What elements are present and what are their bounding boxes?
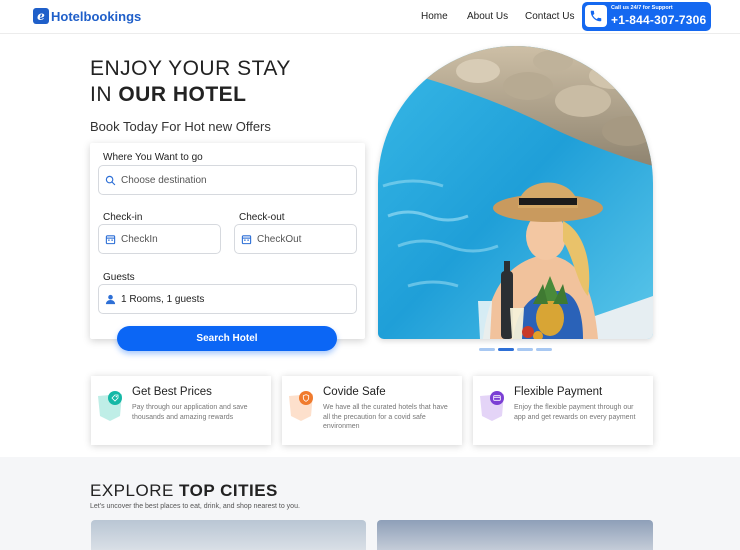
call-number: +1-844-307-7306 [611, 13, 707, 27]
nav-contact-link[interactable]: Contact Us [525, 11, 574, 22]
guests-input[interactable]: 1 Rooms, 1 guests [98, 284, 357, 314]
calendar-icon [241, 234, 252, 245]
booking-form: Where You Want to go Choose destination … [90, 143, 365, 339]
checkout-placeholder: CheckOut [257, 233, 302, 245]
feature-description: Pay through our application and save tho… [132, 404, 248, 421]
brand-name: Hotelbookings [51, 8, 142, 24]
hero-title: ENJOY YOUR STAY IN OUR HOTEL [90, 56, 291, 108]
phone-icon [585, 5, 607, 27]
hero-pool-image [378, 46, 653, 339]
carousel-dot[interactable] [536, 348, 552, 351]
checkin-label: Check-in [103, 212, 143, 223]
call-support-button[interactable]: Call us 24/7 for Support +1-844-307-7306 [582, 2, 711, 31]
site-header: e Hotelbookings Home About Us Contact Us… [0, 0, 740, 34]
hero-title-line1: ENJOY YOUR STAY [90, 57, 291, 80]
shield-icon [299, 391, 313, 405]
feature-description: We have all the curated hotels that have… [323, 404, 448, 430]
explore-subtitle: Let's uncover the best places to eat, dr… [90, 503, 300, 510]
feature-card-flexible-payment: Flexible Payment Enjoy the flexible paym… [473, 376, 653, 445]
calendar-icon [105, 234, 116, 245]
nav-home-link[interactable]: Home [421, 11, 448, 22]
logo[interactable]: e Hotelbookings [33, 8, 141, 24]
guests-label: Guests [103, 272, 135, 283]
city-card-1[interactable] [91, 520, 366, 550]
hero-subtitle: Book Today For Hot new Offers [90, 119, 271, 134]
feature-title: Flexible Payment [514, 386, 603, 398]
nav-about-link[interactable]: About Us [467, 11, 508, 22]
city-card-2[interactable] [377, 520, 653, 550]
hero-title-prefix: IN [90, 83, 119, 106]
guests-value: 1 Rooms, 1 guests [121, 293, 205, 305]
feature-title: Covide Safe [323, 386, 386, 398]
search-hotel-button[interactable]: Search Hotel [117, 326, 337, 351]
payment-icon [490, 391, 504, 405]
search-icon [105, 175, 116, 186]
checkout-input[interactable]: CheckOut [234, 224, 357, 254]
checkin-input[interactable]: CheckIn [98, 224, 221, 254]
feature-card-covid-safe: Covide Safe We have all the curated hote… [282, 376, 462, 445]
carousel-dot-active[interactable] [498, 348, 514, 351]
destination-placeholder: Choose destination [121, 174, 207, 186]
feature-card-best-prices: Get Best Prices Pay through our applicat… [91, 376, 271, 445]
logo-mark-icon: e [33, 8, 49, 24]
checkout-label: Check-out [239, 212, 285, 223]
tag-icon [108, 391, 122, 405]
hero-title-bold: OUR HOTEL [118, 83, 247, 106]
destination-label: Where You Want to go [103, 152, 203, 163]
carousel-dot[interactable] [517, 348, 533, 351]
feature-title: Get Best Prices [132, 386, 212, 398]
destination-input[interactable]: Choose destination [98, 165, 357, 195]
checkin-placeholder: CheckIn [121, 233, 158, 245]
user-icon [105, 294, 116, 305]
carousel-indicators [479, 348, 552, 351]
hero-title-line2: IN OUR HOTEL [90, 82, 291, 108]
call-label: Call us 24/7 for Support [611, 5, 673, 11]
feature-description: Enjoy the flexible payment through our a… [514, 404, 636, 421]
explore-title-prefix: EXPLORE [90, 481, 180, 500]
explore-title: EXPLORE TOP CITIES [90, 481, 278, 501]
explore-title-bold: TOP CITIES [179, 481, 278, 500]
carousel-dot[interactable] [479, 348, 495, 351]
